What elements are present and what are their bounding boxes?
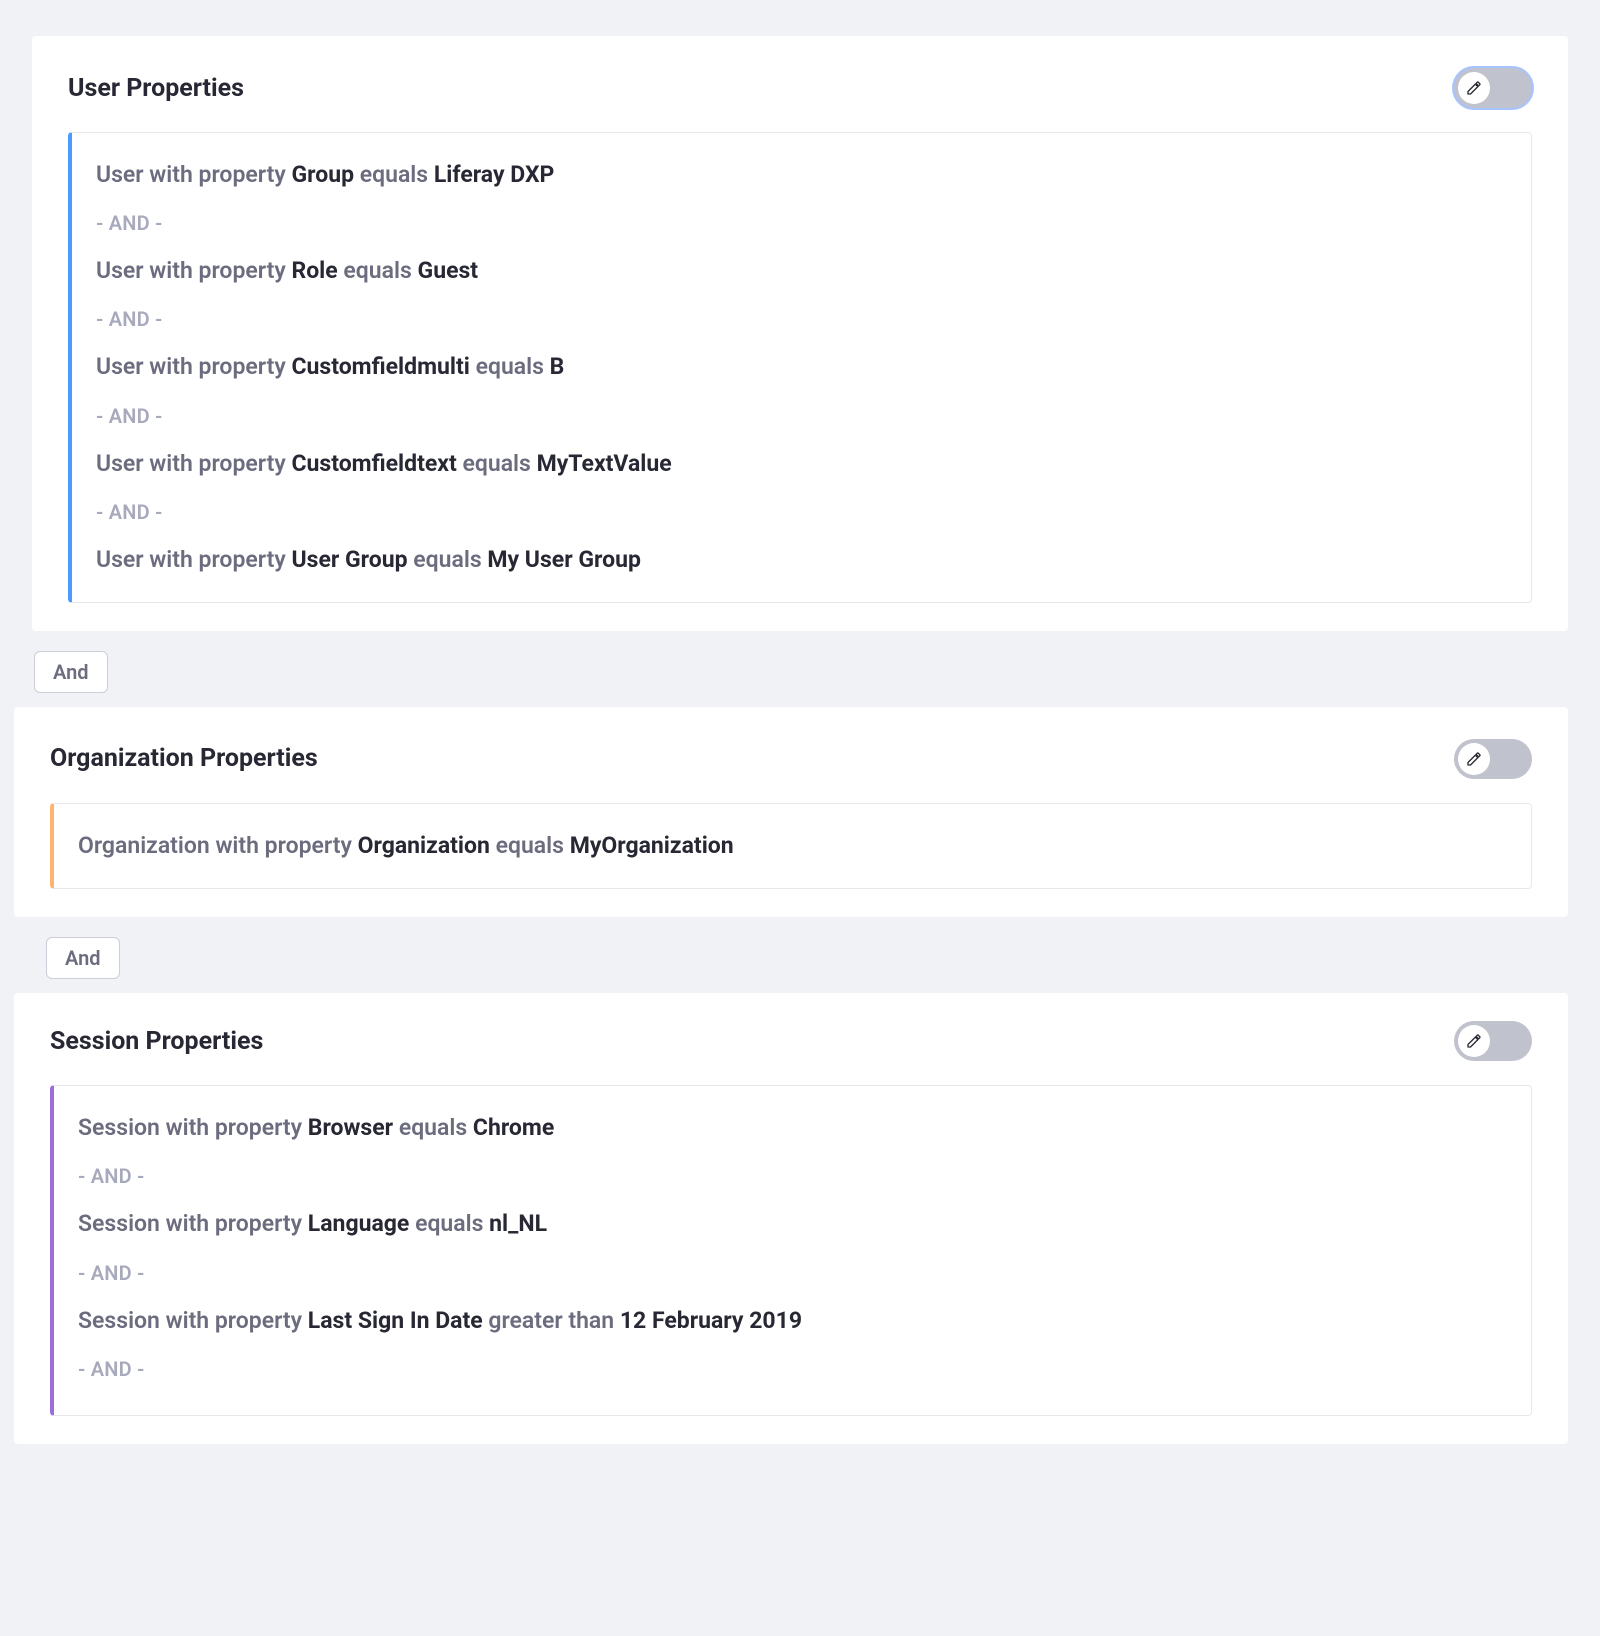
inner-connector: - AND - [96, 390, 1507, 442]
outer-connector-button[interactable]: And [46, 937, 120, 979]
rule-line: Session with property Last Sign In Date … [78, 1299, 1507, 1343]
edit-toggle[interactable] [1454, 739, 1532, 779]
rule-line: Session with property Language equals nl… [78, 1202, 1507, 1246]
panel-title: Session Properties [50, 1027, 263, 1056]
panel-header: Session Properties [50, 1021, 1532, 1061]
rule-line: User with property Group equals Liferay … [96, 153, 1507, 197]
user-rules-box: User with property Group equals Liferay … [68, 132, 1532, 603]
rule-line: User with property User Group equals My … [96, 538, 1507, 582]
org-rules-box: Organization with property Organization … [50, 803, 1532, 889]
panel-title: Organization Properties [50, 744, 318, 773]
edit-toggle[interactable] [1454, 1021, 1532, 1061]
rule-line: Organization with property Organization … [78, 824, 1507, 868]
panel-header: Organization Properties [50, 739, 1532, 779]
rule-line: User with property Customfieldtext equal… [96, 442, 1507, 486]
rule-line: User with property Role equals Guest [96, 249, 1507, 293]
inner-connector: - AND - [96, 486, 1507, 538]
session-properties-panel: Session Properties Session with property… [14, 993, 1568, 1444]
inner-connector: - AND - [78, 1343, 1507, 1395]
inner-connector: - AND - [78, 1247, 1507, 1299]
session-rules-box: Session with property Browser equals Chr… [50, 1085, 1532, 1416]
pencil-icon [1458, 1025, 1490, 1057]
organization-properties-panel: Organization Properties Organization wit… [14, 707, 1568, 917]
edit-toggle[interactable] [1454, 68, 1532, 108]
inner-connector: - AND - [96, 197, 1507, 249]
inner-connector: - AND - [78, 1150, 1507, 1202]
panel-title: User Properties [68, 74, 244, 103]
user-properties-panel: User Properties User with property Group… [32, 36, 1568, 631]
rule-line: User with property Customfieldmulti equa… [96, 345, 1507, 389]
outer-connector-button[interactable]: And [34, 651, 108, 693]
inner-connector: - AND - [96, 293, 1507, 345]
pencil-icon [1458, 72, 1490, 104]
rule-line: Session with property Browser equals Chr… [78, 1106, 1507, 1150]
pencil-icon [1458, 743, 1490, 775]
panel-header: User Properties [68, 68, 1532, 108]
